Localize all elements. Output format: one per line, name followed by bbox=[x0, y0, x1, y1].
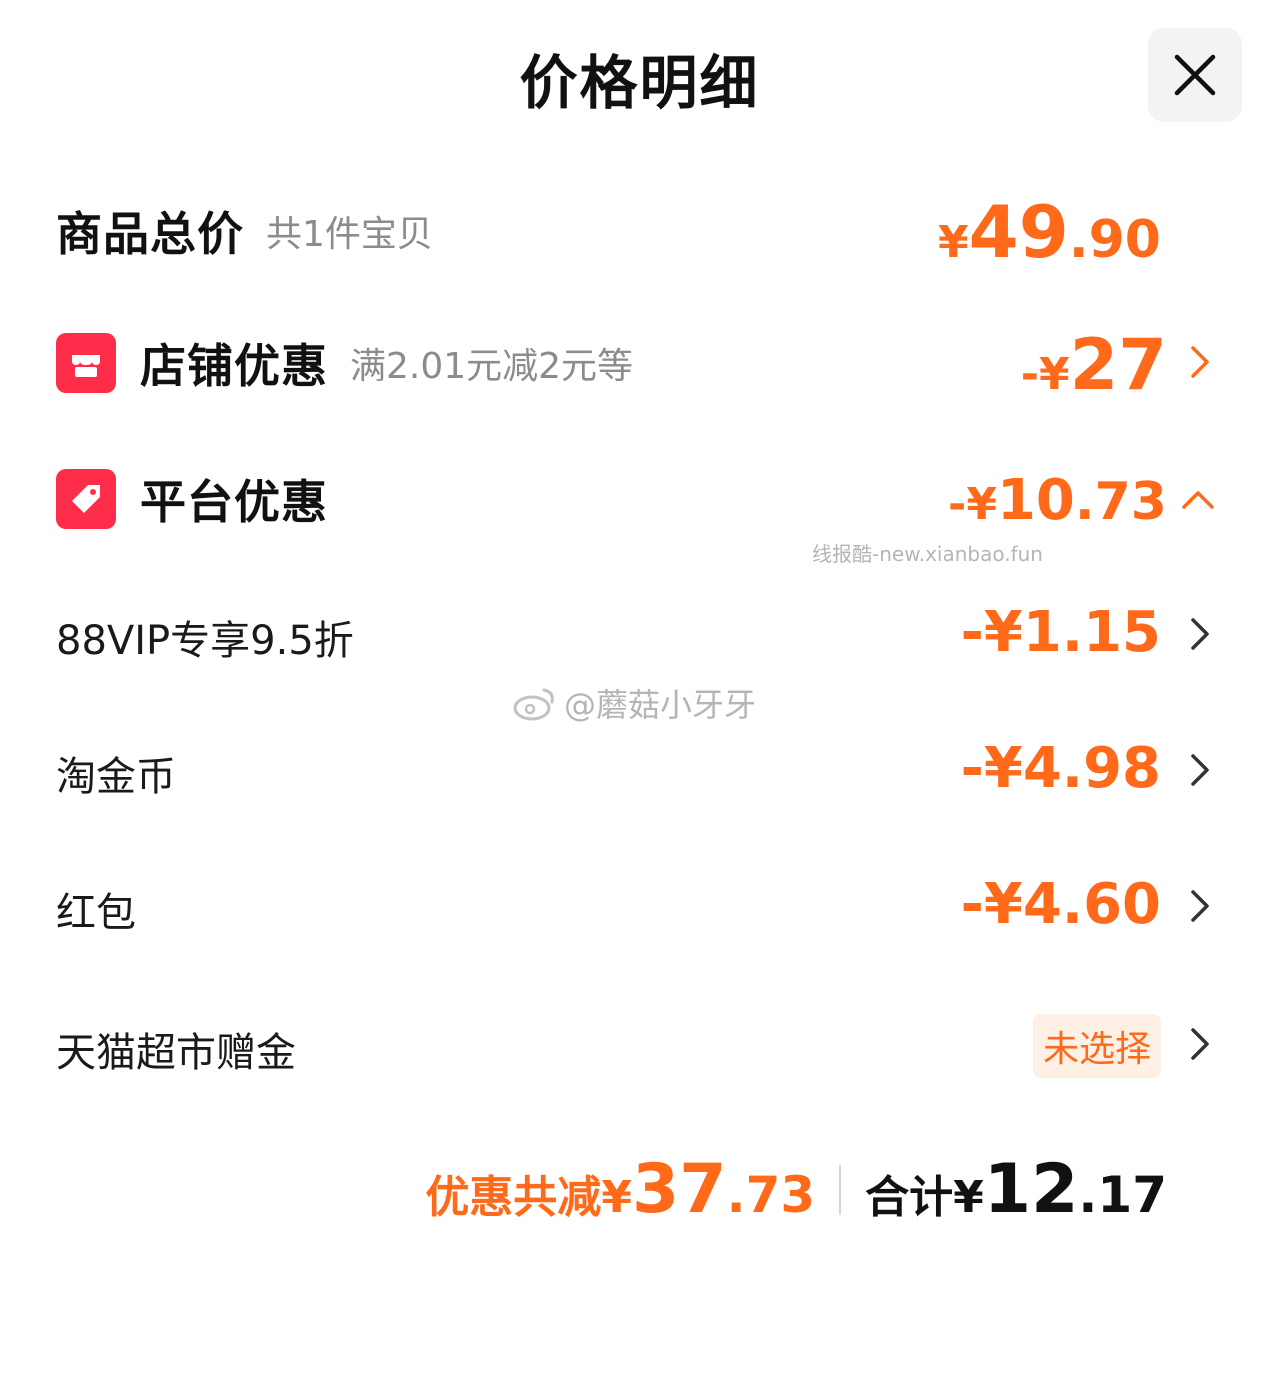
chevron-right-icon[interactable] bbox=[1190, 345, 1210, 379]
goods-count-text: 共1件宝贝 bbox=[266, 214, 433, 255]
site-watermark: 线报酷-new.xianbao.fun bbox=[812, 542, 1043, 566]
goods-total-amount: ¥49.90 bbox=[938, 190, 1161, 274]
close-button[interactable] bbox=[1148, 28, 1242, 122]
tmall-gift-row[interactable]: 天猫超市赠金 未选择 bbox=[0, 1012, 1279, 1078]
chevron-right-icon[interactable] bbox=[1190, 753, 1210, 787]
list-item[interactable]: 88VIP专享9.5折 -¥1.15 bbox=[0, 600, 1279, 666]
summary-divider bbox=[839, 1164, 842, 1215]
shop-discount-sign: - bbox=[1020, 349, 1039, 400]
goods-total-yen: ¥ bbox=[938, 217, 969, 268]
red-packet-label: 红包 bbox=[56, 890, 136, 936]
shop-discount-label: 店铺优惠 bbox=[140, 339, 328, 393]
platform-discount-dec: .73 bbox=[1074, 472, 1167, 532]
platform-discount-label: 平台优惠 bbox=[140, 475, 328, 529]
shop-discount-chevron[interactable] bbox=[1185, 342, 1215, 382]
total-discount-dec: .73 bbox=[726, 1166, 816, 1224]
goods-total-dec: .90 bbox=[1068, 210, 1161, 270]
weibo-watermark-text: @蘑菇小牙牙 bbox=[564, 686, 757, 724]
page-title: 价格明细 bbox=[519, 49, 760, 117]
vip-discount-chevron[interactable] bbox=[1185, 614, 1215, 654]
tmall-gift-chevron[interactable] bbox=[1185, 1024, 1215, 1064]
grand-total-yen: ¥ bbox=[953, 1172, 984, 1223]
shop-discount-desc: 满2.01元减2元等 bbox=[350, 346, 634, 387]
taojinbi-amount: -¥4.98 bbox=[960, 736, 1161, 801]
platform-discount-row[interactable]: 平台优惠 -¥10.73 bbox=[0, 462, 1279, 542]
chevron-right-icon[interactable] bbox=[1190, 889, 1210, 923]
tmall-gift-label: 天猫超市赠金 bbox=[56, 1030, 296, 1076]
shop-discount-row[interactable]: 店铺优惠 满2.01元减2元等 -¥27 bbox=[0, 324, 1279, 406]
shop-discount-value: 27 bbox=[1069, 324, 1167, 406]
platform-discount-collapse[interactable] bbox=[1181, 480, 1215, 520]
goods-total-row: 商品总价 共1件宝贝 ¥49.90 bbox=[0, 190, 1279, 274]
red-packet-chevron[interactable] bbox=[1185, 886, 1215, 926]
list-item[interactable]: 红包 -¥4.60 bbox=[0, 872, 1279, 938]
taojinbi-label: 淘金币 bbox=[56, 754, 176, 800]
taojinbi-chevron[interactable] bbox=[1185, 750, 1215, 790]
vip-discount-label: 88VIP专享9.5折 bbox=[56, 618, 354, 664]
platform-discount-yen: ¥ bbox=[966, 479, 997, 530]
total-discount-label: 优惠共减 bbox=[425, 1172, 602, 1223]
grand-total: 合计¥12.17 bbox=[865, 1150, 1167, 1229]
vip-discount-amount: -¥1.15 bbox=[960, 600, 1161, 665]
platform-discount-sign: - bbox=[948, 479, 967, 530]
weibo-watermark: @蘑菇小牙牙 bbox=[512, 680, 756, 726]
platform-discount-amount: -¥10.73 bbox=[948, 468, 1167, 533]
total-discount-yen: ¥ bbox=[601, 1172, 632, 1223]
total-discount: 优惠共减¥37.73 bbox=[425, 1150, 815, 1229]
shop-discount-amount: -¥27 bbox=[1021, 324, 1167, 406]
platform-discount-int: 10 bbox=[996, 468, 1075, 533]
weibo-icon bbox=[513, 688, 554, 721]
shop-icon bbox=[56, 333, 116, 393]
grand-total-int: 12 bbox=[983, 1150, 1079, 1229]
tag-icon bbox=[56, 469, 116, 529]
chevron-right-icon[interactable] bbox=[1190, 1027, 1210, 1061]
chevron-right-icon[interactable] bbox=[1190, 617, 1210, 651]
total-discount-int: 37 bbox=[631, 1150, 727, 1229]
tmall-gift-status-badge[interactable]: 未选择 bbox=[1032, 1014, 1161, 1078]
shop-discount-yen: ¥ bbox=[1038, 349, 1070, 400]
close-icon[interactable] bbox=[1173, 53, 1217, 97]
goods-total-int: 49 bbox=[968, 190, 1069, 274]
list-item[interactable]: 淘金币 -¥4.98 bbox=[0, 736, 1279, 802]
grand-total-dec: .17 bbox=[1078, 1166, 1167, 1224]
price-summary: 优惠共减¥37.73 合计¥12.17 bbox=[425, 1150, 1167, 1229]
red-packet-amount: -¥4.60 bbox=[960, 872, 1161, 937]
goods-total-label: 商品总价 bbox=[56, 207, 244, 261]
chevron-up-icon[interactable] bbox=[1181, 490, 1215, 510]
grand-total-label: 合计 bbox=[865, 1172, 954, 1223]
